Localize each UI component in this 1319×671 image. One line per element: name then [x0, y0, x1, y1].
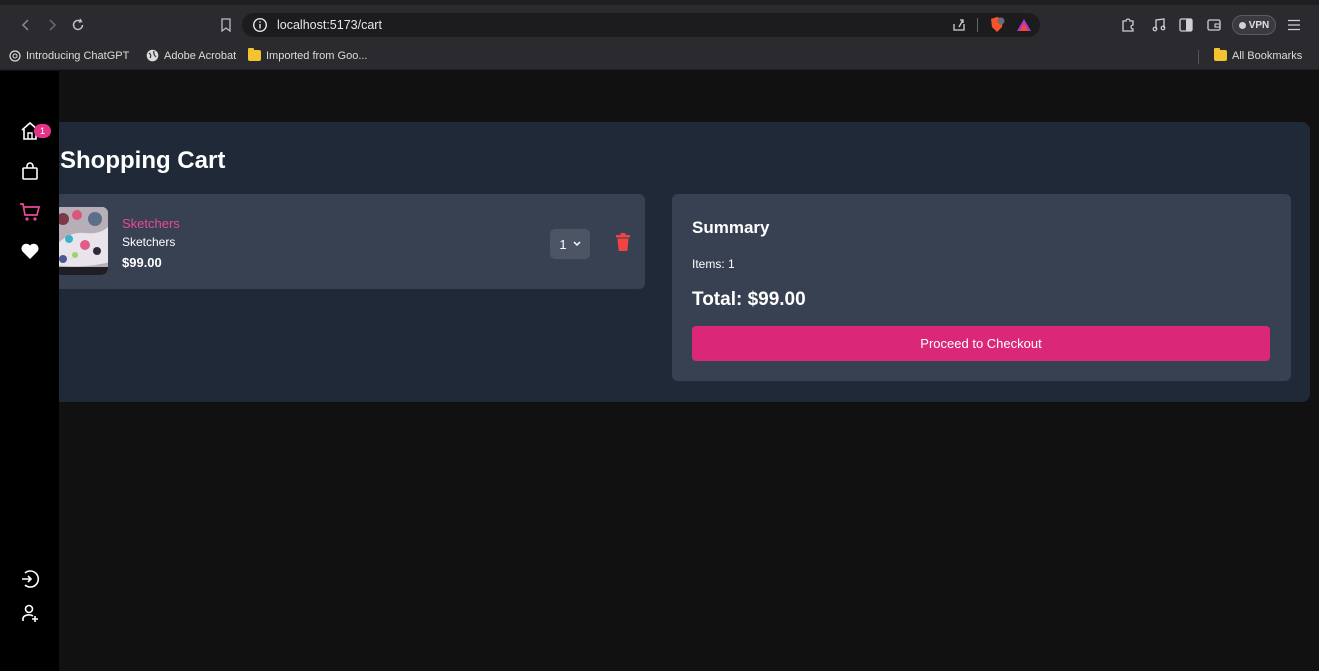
trash-icon	[616, 233, 630, 251]
chevron-left-icon	[21, 19, 29, 31]
product-brand: Sketchers	[122, 235, 176, 249]
chatgpt-icon	[8, 49, 21, 62]
sidebar: 1	[0, 71, 59, 671]
summary-title: Summary	[692, 218, 770, 237]
all-bookmarks-button[interactable]: All Bookmarks	[1214, 48, 1303, 62]
chevron-right-icon	[49, 19, 57, 31]
bookmark-button[interactable]	[214, 13, 238, 37]
reload-button[interactable]	[66, 13, 90, 37]
bookmark-adobe-acrobat[interactable]: Adobe Acrobat	[146, 49, 236, 62]
sidebar-item-register[interactable]	[18, 601, 42, 625]
forward-button[interactable]	[40, 13, 64, 37]
summary-total: Total: $99.00	[692, 289, 806, 310]
product-name-link[interactable]: Sketchers	[122, 216, 180, 231]
divider	[977, 18, 978, 32]
login-icon	[22, 570, 40, 588]
bookmarks-bar: Introducing ChatGPT Adobe Acrobat Import…	[0, 44, 1319, 70]
address-bar[interactable]: localhost:5173/cart	[242, 13, 1040, 37]
bookmark-chatgpt[interactable]: Introducing ChatGPT	[8, 49, 129, 62]
sidebar-item-login[interactable]	[18, 567, 42, 591]
page-title: Shopping Cart	[60, 147, 226, 174]
folder-icon	[1214, 48, 1227, 62]
globe-icon	[146, 49, 159, 62]
sidebar-item-cart[interactable]	[18, 200, 42, 224]
cart-count-badge: 1	[34, 124, 51, 138]
share-icon[interactable]	[951, 17, 967, 33]
heart-icon	[21, 243, 39, 259]
product-image[interactable]	[55, 207, 108, 275]
sidebar-item-shop[interactable]	[18, 159, 42, 183]
back-button[interactable]	[14, 13, 38, 37]
sidebar-item-favorites[interactable]	[18, 239, 42, 263]
user-plus-icon	[22, 604, 38, 622]
bookmark-label: Adobe Acrobat	[164, 49, 237, 62]
chevron-down-icon	[573, 241, 581, 247]
summary-item-count: Items: 1	[692, 257, 735, 271]
quantity-value: 1	[559, 236, 567, 252]
sidebar-toggle-button[interactable]	[1176, 15, 1196, 35]
app-viewport: 1 Shopping Cart Sketchers Sketchers $99.…	[0, 71, 1319, 671]
menu-button[interactable]	[1284, 15, 1304, 35]
sidebar-panel-icon	[1179, 18, 1193, 32]
music-note-icon	[1152, 18, 1166, 32]
bookmark-icon	[221, 18, 231, 32]
url-text[interactable]: localhost:5173/cart	[277, 17, 382, 33]
bookmark-label: Introducing ChatGPT	[26, 49, 130, 62]
vpn-button[interactable]: VPN	[1232, 15, 1276, 35]
reload-icon	[72, 18, 84, 31]
brave-rewards-icon[interactable]	[1016, 17, 1032, 33]
puzzle-icon	[1122, 18, 1134, 32]
info-icon[interactable]	[252, 17, 268, 33]
quantity-select[interactable]: 1	[550, 229, 590, 259]
extensions-button[interactable]	[1118, 15, 1138, 35]
wallet-icon	[1207, 19, 1221, 31]
checkout-button[interactable]: Proceed to Checkout	[692, 326, 1270, 361]
product-price: $99.00	[122, 255, 162, 270]
shopping-bag-icon	[22, 162, 38, 180]
wallet-button[interactable]	[1204, 15, 1224, 35]
hamburger-menu-icon	[1288, 19, 1300, 31]
folder-icon	[248, 48, 261, 62]
media-button[interactable]	[1149, 15, 1169, 35]
cart-icon	[20, 203, 41, 221]
bookmark-label: Imported from Goo...	[266, 49, 368, 62]
bookmarks-divider	[1198, 50, 1199, 64]
remove-item-button[interactable]	[615, 233, 633, 253]
address-bar-actions	[951, 15, 1032, 35]
brave-shield-icon[interactable]	[988, 16, 1006, 34]
all-bookmarks-label: All Bookmarks	[1232, 49, 1303, 62]
vpn-label: VPN	[1248, 19, 1270, 31]
bookmark-imported-folder[interactable]: Imported from Goo...	[248, 48, 368, 62]
vpn-status-icon	[1238, 21, 1246, 29]
browser-toolbar: localhost:5173/cart VPN	[0, 5, 1319, 44]
